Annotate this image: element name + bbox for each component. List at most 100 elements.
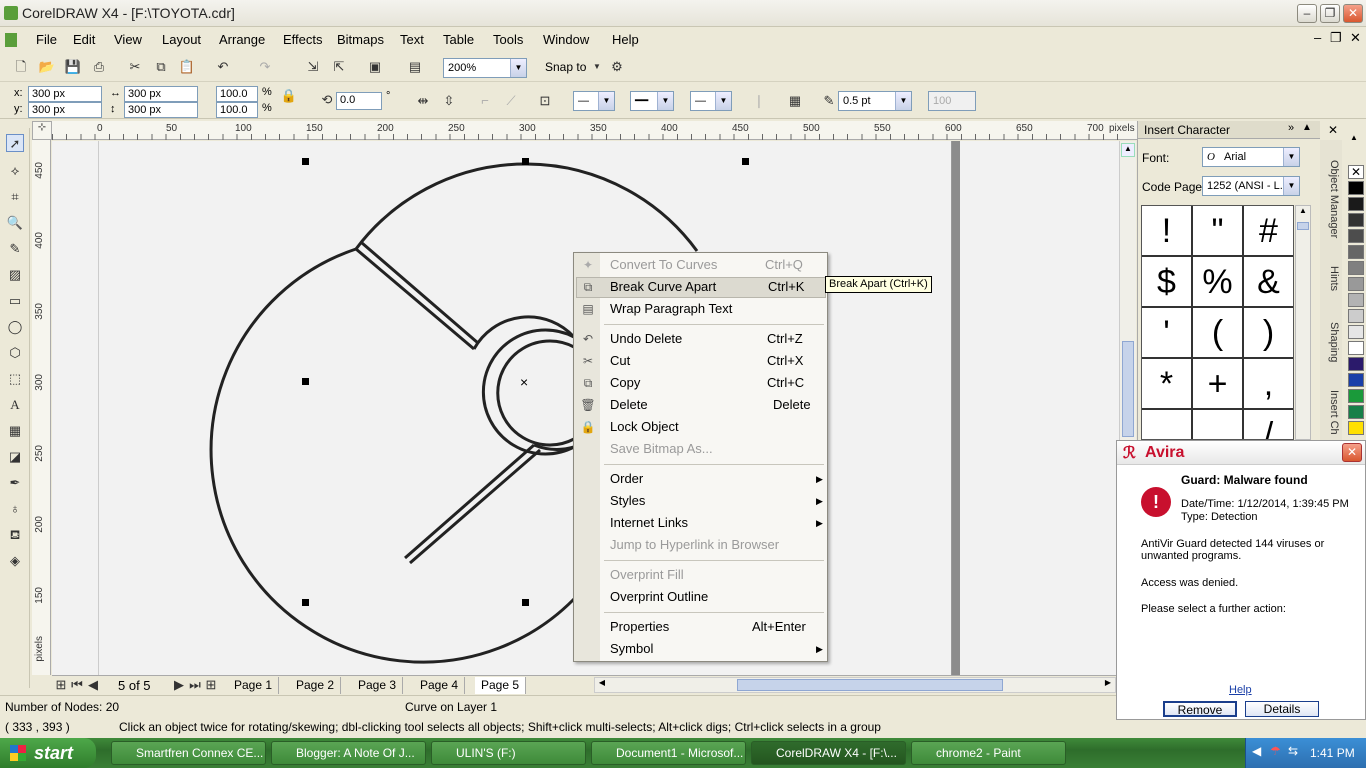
menu-item-lock-object[interactable]: Lock Object [610,417,679,437]
cut-icon[interactable]: ✂ [126,58,144,76]
scroll-right-arrow-icon[interactable]: ▶ [1101,678,1115,692]
codepage-select[interactable]: 1252 (ANSI - L... ▼ [1202,176,1300,196]
tab-insert-character[interactable]: Insert Ch [1322,390,1340,435]
char-cell[interactable] [1193,410,1244,439]
tab-page-3[interactable]: Page 3 [352,677,404,694]
menu-edit[interactable]: Edit [73,32,95,47]
menu-item-delete[interactable]: Delete [610,395,648,415]
docker-expand-icon[interactable]: » [1288,122,1294,134]
tab-page-2[interactable]: Page 2 [290,677,342,694]
menu-item-break-curve-apart[interactable]: Break Curve Apart [610,277,716,297]
rotation-field[interactable]: 0.0 [336,92,382,110]
wrap-icon[interactable]: ⌐ [476,92,494,110]
color-swatch[interactable] [1348,197,1364,211]
mirror-h-icon[interactable]: ⇹ [414,92,432,110]
color-swatch[interactable] [1348,309,1364,323]
docker-header-close[interactable]: ✕ [1328,123,1338,137]
color-swatch[interactable] [1348,213,1364,227]
menu-item-symbol[interactable]: Symbol [610,639,653,659]
snap-to-button[interactable]: Snap to [545,60,586,74]
opacity-field[interactable]: 100 [928,91,976,111]
color-swatch[interactable] [1348,421,1364,435]
undo-icon[interactable]: ↶ [214,58,232,76]
menu-bitmaps[interactable]: Bitmaps [337,32,384,47]
rectangle-tool-icon[interactable]: ▭ [6,292,24,310]
paste-icon[interactable]: 📋 [178,58,196,76]
menu-text[interactable]: Text [400,32,424,47]
x-position-field[interactable]: 300 px [28,86,102,102]
pick-tool-icon[interactable]: ➚ [6,134,24,152]
char-cell[interactable]: ! [1142,206,1193,257]
ellipse-tool-icon[interactable]: ◯ [6,318,24,336]
tab-shaping[interactable]: Shaping [1322,322,1340,362]
horizontal-ruler[interactable]: 0 50 100 150 200 250 300 350 400 450 500… [52,121,1137,140]
char-cell[interactable]: ' [1142,308,1193,359]
outline-style-select[interactable]: ━━ ▼ [630,91,674,111]
taskbar-item-blogger[interactable]: Blogger: A Note Of J... [271,741,426,765]
outline-width-select[interactable]: 0.5 pt ▼ [838,91,912,111]
menu-item-cut[interactable]: Cut [610,351,630,371]
menu-item-styles[interactable]: Styles [610,491,645,511]
menu-item-overprint-outline[interactable]: Overprint Outline [610,587,708,607]
menu-window[interactable]: Window [543,32,589,47]
redo-icon[interactable]: ↷ [256,58,274,76]
polygon-tool-icon[interactable]: ⬡ [6,344,24,362]
char-cell[interactable]: % [1193,257,1244,308]
char-cell[interactable]: " [1193,206,1244,257]
mirror-v-icon[interactable]: ⇳ [440,92,458,110]
text-wrap-icon[interactable]: ❘ [750,92,768,110]
menu-item-convert-to-curves[interactable]: Convert To Curves [610,255,717,275]
taskbar-item-paint[interactable]: chrome2 - Paint [911,741,1066,765]
char-scroll-thumb[interactable] [1297,222,1309,230]
menu-item-copy[interactable]: Copy [610,373,640,393]
end-arrow-select[interactable]: — ▼ [690,91,732,111]
scale-y-field[interactable]: 100.0 [216,102,258,118]
interactive-fill-icon[interactable]: ◈ [6,552,24,570]
menu-item-wrap-paragraph-text[interactable]: Wrap Paragraph Text [610,299,732,319]
character-grid[interactable]: ! " # $ % & ' ( ) * + , / [1141,205,1294,440]
wrap-paragraph-icon[interactable]: ▦ [786,92,804,110]
new-icon[interactable]: 🗋 [12,58,30,76]
color-swatch[interactable] [1348,293,1364,307]
height-field[interactable]: 300 px [124,102,198,118]
avira-remove-button[interactable]: Remove [1163,701,1237,717]
taskbar-item-word[interactable]: Document1 - Microsof... [591,741,746,765]
taskbar-item-coreldraw[interactable]: CorelDRAW X4 - [F:\... [751,741,906,765]
lock-ratio-icon[interactable]: 🔒 [280,87,298,105]
color-swatch[interactable] [1348,181,1364,195]
horizontal-scrollbar[interactable]: ◀ ▶ [594,677,1116,693]
chevron-down-icon[interactable]: ▼ [510,59,526,77]
menu-item-internet-links[interactable]: Internet Links [610,513,688,533]
outline-tool-icon[interactable]: ♁ [6,500,24,518]
tab-page-4[interactable]: Page 4 [414,677,466,694]
welcome-icon[interactable]: ▤ [406,58,424,76]
menu-item-jump-hyperlink[interactable]: Jump to Hyperlink in Browser [610,535,779,555]
menu-tools[interactable]: Tools [493,32,523,47]
color-swatch[interactable] [1348,325,1364,339]
text-tool-icon[interactable]: A [6,396,24,414]
doc-close-icon[interactable]: ✕ [1350,30,1361,46]
ruler-corner[interactable]: ⊹ [32,121,52,140]
import-icon[interactable]: ⇲ [304,58,322,76]
open-icon[interactable]: 📂 [38,58,56,76]
tab-object-manager[interactable]: Object Manager [1322,160,1340,238]
color-swatch[interactable] [1348,245,1364,259]
y-position-field[interactable]: 300 px [28,102,102,118]
char-scroll-up-icon[interactable]: ▲ [1296,206,1310,220]
scroll-left-arrow-icon[interactable]: ◀ [595,678,609,692]
scroll-thumb[interactable] [1122,341,1134,437]
docker-collapse-icon[interactable]: ▲ [1302,122,1312,133]
char-cell[interactable] [1142,410,1193,439]
color-swatch[interactable] [1348,341,1364,355]
taskbar-item-smartfren[interactable]: Smartfren Connex CE... [111,741,266,765]
menu-file[interactable]: File [36,32,57,47]
menu-help[interactable]: Help [612,32,639,47]
char-grid-scrollbar[interactable]: ▲ [1295,205,1311,440]
no-color-swatch[interactable]: ✕ [1348,165,1364,179]
char-cell[interactable]: $ [1142,257,1193,308]
char-cell[interactable]: , [1244,359,1293,410]
zoom-tool-icon[interactable]: 🔍 [6,214,24,232]
char-cell[interactable]: # [1244,206,1293,257]
tab-page-1[interactable]: Page 1 [228,677,280,694]
width-field[interactable]: 300 px [124,86,198,102]
